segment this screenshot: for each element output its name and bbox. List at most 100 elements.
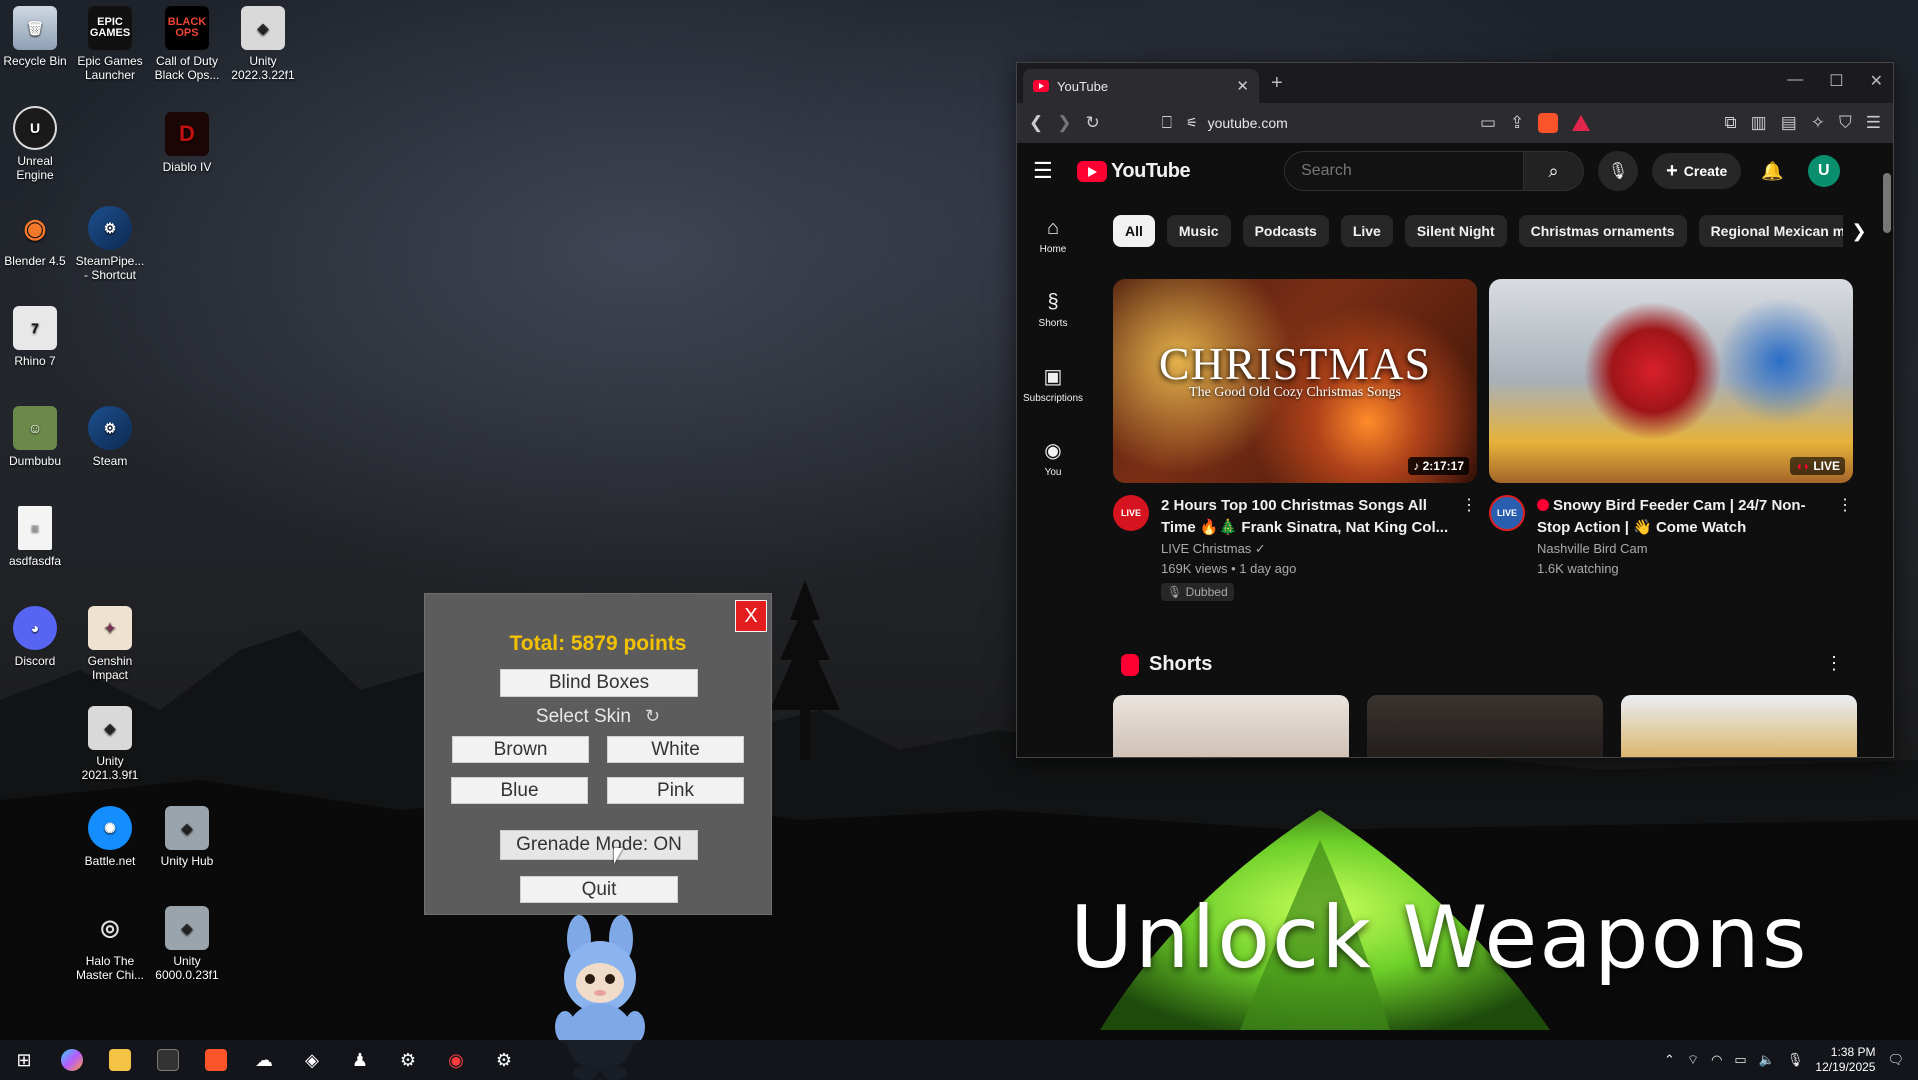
sidebar-item-you[interactable]: ◉ You (1017, 421, 1089, 495)
desktop-icon-steampipe[interactable]: ⚙ SteamPipe... - Shortcut (72, 206, 148, 282)
desktop-icon-steam[interactable]: ⚙ Steam (72, 406, 148, 468)
notifications-bell-icon[interactable]: 🔔 (1761, 161, 1783, 182)
chip-live[interactable]: Live (1340, 215, 1393, 247)
channel-name[interactable]: Nashville Bird Cam (1537, 539, 1837, 559)
network-icon[interactable]: ⌔ (1687, 1052, 1699, 1068)
desktop-icon-halo[interactable]: ◎ Halo The Master Chi... (72, 906, 148, 983)
close-panel-button[interactable]: X (735, 600, 767, 632)
desktop-icon-unreal-engine[interactable]: U Unreal Engine (0, 106, 73, 182)
more-options-icon[interactable]: ⋮ (1837, 495, 1853, 515)
desktop-icon-unity-hub[interactable]: ◈ Unity Hub (149, 806, 225, 868)
address-bar[interactable]: ⚟ youtube.com (1186, 108, 1486, 138)
youtube-logo[interactable]: YouTube (1077, 160, 1191, 183)
video-title[interactable]: Snowy Bird Feeder Cam | 24/7 Non-Stop Ac… (1537, 495, 1837, 539)
tab-close-icon[interactable]: ✕ (1236, 77, 1249, 95)
taskbar-weather[interactable]: ☁ (240, 1040, 288, 1080)
site-settings-icon[interactable]: ⚟ (1186, 115, 1198, 131)
taskbar-recorder[interactable]: ◉ (432, 1040, 480, 1080)
taskbar-terminal[interactable] (144, 1040, 192, 1080)
chip-christmas-ornaments[interactable]: Christmas ornaments (1518, 215, 1687, 247)
blind-boxes-button[interactable]: Blind Boxes (500, 669, 698, 697)
sidebar-item-home[interactable]: ⌂ Home (1017, 199, 1089, 273)
notification-icon[interactable]: 🗨 (1887, 1052, 1904, 1068)
taskbar-unity[interactable]: ◈ (288, 1040, 336, 1080)
account-avatar[interactable]: U (1807, 155, 1840, 187)
video-title[interactable]: 2 Hours Top 100 Christmas Songs All Time… (1161, 495, 1461, 539)
taskbar-steam[interactable]: ⚙ (384, 1040, 432, 1080)
desktop-icon-recycle-bin[interactable]: 🗑 Recycle Bin (0, 6, 73, 68)
desktop-icon-rhino[interactable]: 7 Rhino 7 (0, 306, 73, 368)
chevron-up-icon[interactable]: ⌃ (1664, 1052, 1675, 1068)
skin-blue-button[interactable]: Blue (451, 777, 588, 804)
start-button[interactable]: ⊞ (0, 1040, 48, 1080)
new-tab-button[interactable]: + (1271, 72, 1283, 95)
channel-avatar[interactable]: LIVE (1113, 495, 1149, 531)
chip-podcasts[interactable]: Podcasts (1242, 215, 1329, 247)
taskbar-file-explorer[interactable] (96, 1040, 144, 1080)
bookmark-icon[interactable]: ⎕ (1162, 113, 1172, 133)
desktop-icon-asdfasdfa[interactable]: ≡ asdfasdfa (0, 506, 73, 568)
video-thumbnail[interactable]: CHRISTMAS The Good Old Cozy Christmas So… (1113, 279, 1477, 483)
taskbar-brave[interactable] (192, 1040, 240, 1080)
minimize-icon[interactable]: — (1787, 71, 1803, 91)
desktop-icon-epic-games[interactable]: EPIC GAMES Epic Games Launcher (72, 6, 148, 82)
short-thumbnail[interactable] (1113, 695, 1349, 757)
video-card[interactable]: CHRISTMAS The Good Old Cozy Christmas So… (1113, 279, 1477, 601)
desktop-icon-diablo[interactable]: D Diablo IV (149, 112, 225, 174)
share-icon[interactable]: ⇪ (1510, 113, 1524, 133)
more-options-icon[interactable]: ⋮ (1461, 495, 1477, 515)
desktop-icon-unity-2022[interactable]: ◈ Unity 2022.3.22f1 (225, 6, 301, 82)
microphone-icon[interactable]: 🎙 (1787, 1052, 1804, 1068)
maximize-icon[interactable]: ☐ (1829, 71, 1843, 91)
desktop-icon-blender[interactable]: ◉ Blender 4.5 (0, 206, 73, 268)
brave-shields-icon[interactable] (1538, 113, 1559, 133)
speaker-icon[interactable]: 🔈 (1759, 1052, 1775, 1068)
cast-icon[interactable]: ▭ (1480, 113, 1496, 133)
video-card[interactable]: ◖◗ LIVE LIVE Snowy Bird Feeder Cam | 24/… (1489, 279, 1853, 579)
desktop-icon-dumbubu[interactable]: ☺ Dumbubu (0, 406, 73, 468)
clock[interactable]: 1:38 PM 12/19/2025 (1815, 1045, 1875, 1075)
chip-silent-night[interactable]: Silent Night (1404, 215, 1507, 247)
taskbar-copilot[interactable] (48, 1040, 96, 1080)
chevron-right-icon[interactable]: ❯ (1843, 215, 1875, 247)
create-button[interactable]: + Create (1652, 153, 1742, 189)
menu-icon[interactable]: ☰ (1866, 113, 1881, 133)
back-icon[interactable]: ❮ (1029, 113, 1043, 133)
taskbar-game[interactable]: ♟ (336, 1040, 384, 1080)
vpn-icon[interactable]: ⛉ (1839, 113, 1852, 133)
video-thumbnail[interactable]: ◖◗ LIVE (1489, 279, 1853, 483)
grenade-mode-button[interactable]: Grenade Mode: ON (500, 830, 698, 860)
battery-icon[interactable]: ▭ (1734, 1052, 1746, 1068)
chip-all[interactable]: All (1113, 215, 1155, 247)
chip-regional-mexican-music[interactable]: Regional Mexican musi (1698, 215, 1843, 247)
taskbar-settings[interactable]: ⚙ (480, 1040, 528, 1080)
leo-ai-icon[interactable]: ✧ (1811, 113, 1825, 133)
chip-music[interactable]: Music (1166, 215, 1231, 247)
wifi-icon[interactable]: ◠ (1711, 1052, 1722, 1068)
sidebar-item-shorts[interactable]: § Shorts (1017, 273, 1089, 347)
guide-menu-icon[interactable]: ☰ (1033, 158, 1073, 184)
search-input[interactable] (1284, 151, 1525, 191)
short-thumbnail[interactable] (1367, 695, 1603, 757)
voice-search-button[interactable]: 🎙 (1598, 151, 1639, 191)
desktop-icon-battlenet[interactable]: ✺ Battle.net (72, 806, 148, 868)
browser-tab-youtube[interactable]: YouTube ✕ (1023, 69, 1259, 103)
desktop-icon-discord[interactable]: ◕ Discord (0, 606, 73, 668)
desktop-icon-unity-2021[interactable]: ◈ Unity 2021.3.9f1 (72, 706, 148, 782)
desktop-icon-unity-6000[interactable]: ◈ Unity 6000.0.23f1 (149, 906, 225, 982)
more-options-icon[interactable]: ⋮ (1825, 653, 1843, 674)
skin-pink-button[interactable]: Pink (607, 777, 744, 804)
channel-avatar[interactable]: LIVE (1489, 495, 1525, 531)
screenshot-icon[interactable]: ⧉ (1724, 113, 1736, 133)
sidebar-item-subscriptions[interactable]: ▣ Subscriptions (1017, 347, 1089, 421)
brave-rewards-icon[interactable] (1572, 115, 1591, 131)
desktop-icon-genshin[interactable]: ✦ Genshin Impact (72, 606, 148, 682)
desktop-icon-call-of-duty[interactable]: BLACK OPS Call of Duty Black Ops... (149, 6, 225, 82)
skin-white-button[interactable]: White (607, 736, 744, 763)
wallet-icon[interactable]: ▤ (1781, 113, 1797, 133)
scrollbar-thumb[interactable] (1883, 173, 1891, 233)
reload-icon[interactable]: ↻ (1086, 113, 1100, 133)
page-scrollbar[interactable] (1883, 153, 1891, 757)
short-thumbnail[interactable] (1621, 695, 1857, 757)
quit-button[interactable]: Quit (520, 876, 678, 903)
